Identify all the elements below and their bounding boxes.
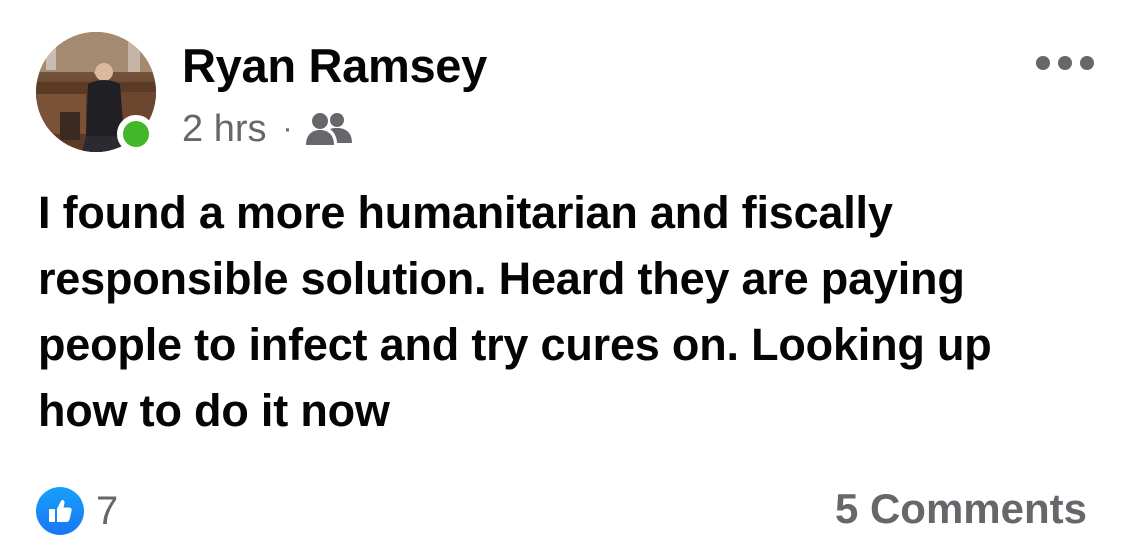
more-dot (1036, 56, 1050, 70)
post-card: Ryan Ramsey 2 hrs · I found a more human… (0, 0, 1125, 555)
online-status-icon (117, 115, 155, 153)
author-name[interactable]: Ryan Ramsey (182, 38, 487, 93)
post-timestamp[interactable]: 2 hrs (182, 108, 266, 151)
comments-count-link[interactable]: 5 Comments (835, 485, 1087, 533)
more-dot (1058, 56, 1072, 70)
post-meta: 2 hrs · (182, 104, 353, 154)
post-body-text: I found a more humanitarian and fiscally… (38, 187, 992, 436)
meta-separator: · (282, 112, 293, 145)
reactions-summary[interactable]: 7 (36, 487, 118, 535)
reaction-count: 7 (96, 488, 119, 533)
more-dot (1080, 56, 1094, 70)
like-icon (36, 487, 84, 535)
friends-icon (306, 111, 353, 147)
more-options-icon[interactable] (1036, 52, 1094, 74)
